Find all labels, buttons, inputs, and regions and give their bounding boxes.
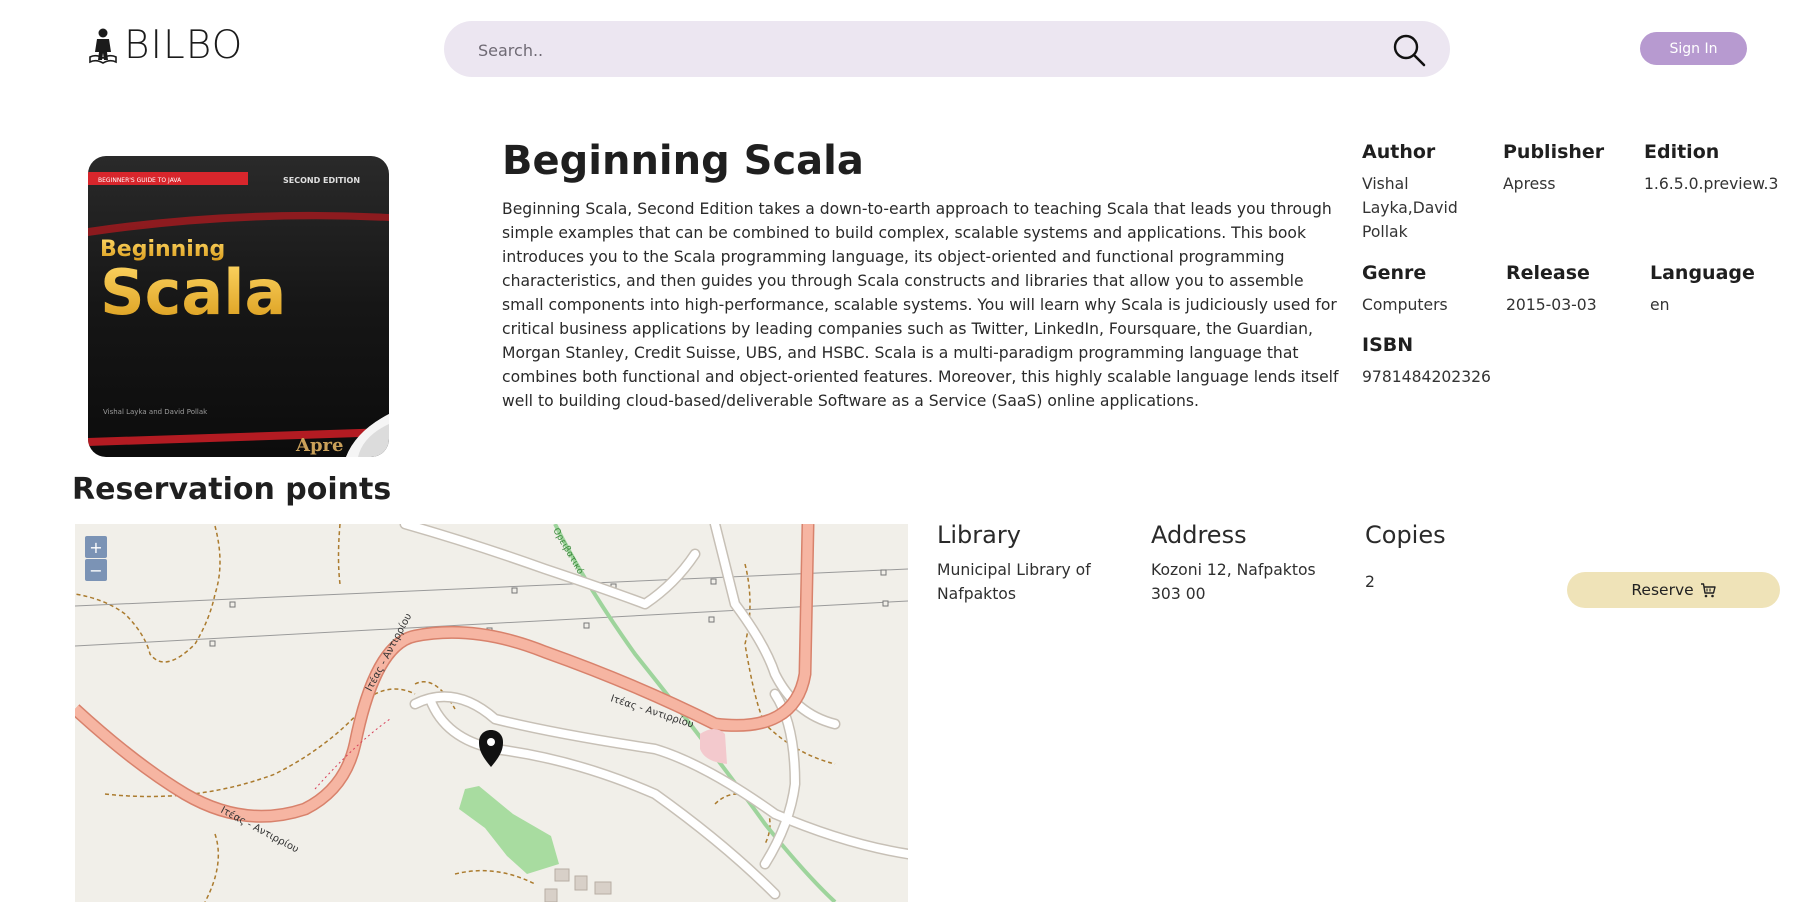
book-cover: BEGINNER'S GUIDE TO JAVA SECOND EDITION …: [88, 156, 389, 457]
library-name: Municipal Library of Nafpaktos: [937, 561, 1091, 603]
isbn-value: 9781484202326: [1362, 368, 1491, 386]
search-icon[interactable]: [1392, 33, 1426, 67]
isbn-label: ISBN: [1362, 334, 1414, 356]
zoom-in-button[interactable]: +: [85, 536, 107, 558]
cover-edition-text: SECOND EDITION: [283, 176, 360, 185]
cover-authors-text: Vishal Layka and David Pollak: [103, 408, 208, 416]
edition-value: 1.6.5.0.preview.3: [1644, 175, 1779, 193]
genre-value: Computers: [1362, 296, 1448, 314]
reserve-button[interactable]: Reserve: [1567, 572, 1780, 608]
book-description: Beginning Scala, Second Edition takes a …: [502, 200, 1339, 410]
book-cover-art: BEGINNER'S GUIDE TO JAVA SECOND EDITION …: [88, 156, 389, 457]
reservation-title: Reservation points: [72, 472, 392, 507]
logo[interactable]: BILBO: [88, 26, 243, 65]
release-label: Release: [1506, 262, 1590, 284]
reader-icon: [89, 28, 117, 64]
cover-series-text: BEGINNER'S GUIDE TO JAVA: [98, 177, 182, 184]
author-label: Author: [1362, 141, 1436, 163]
cart-icon: [1700, 582, 1716, 597]
map[interactable]: Ιτέας - Αντιρρίου Ιτέας - Αντιρρίου Ιτέα…: [75, 524, 908, 902]
language-value: en: [1650, 296, 1670, 314]
sign-in-button[interactable]: Sign In: [1640, 32, 1747, 65]
library-address: Kozoni 12, Nafpaktos 303 00: [1151, 561, 1316, 603]
reserve-label: Reserve: [1631, 581, 1694, 599]
release-value: 2015-03-03: [1506, 296, 1597, 314]
copies-column-header: Copies: [1365, 521, 1446, 549]
cover-publisher-text: Apre: [295, 435, 344, 456]
address-column-header: Address: [1151, 521, 1247, 549]
edition-label: Edition: [1644, 141, 1720, 163]
logo-text: BILBO: [124, 23, 244, 68]
search-bar: [444, 21, 1450, 79]
author-value: Vishal Layka,David Pollak: [1362, 175, 1458, 241]
book-title: Beginning Scala: [502, 138, 864, 184]
search-input[interactable]: [476, 21, 1380, 79]
zoom-out-button[interactable]: −: [85, 559, 107, 581]
genre-label: Genre: [1362, 262, 1427, 284]
publisher-value: Apress: [1503, 175, 1556, 193]
language-label: Language: [1650, 262, 1755, 284]
cover-title-line2: Scala: [100, 256, 286, 329]
map-tiles: Ιτέας - Αντιρρίου Ιτέας - Αντιρρίου Ιτέα…: [75, 524, 908, 902]
publisher-label: Publisher: [1503, 141, 1605, 163]
library-column-header: Library: [937, 521, 1021, 549]
copies-count: 2: [1365, 573, 1375, 591]
